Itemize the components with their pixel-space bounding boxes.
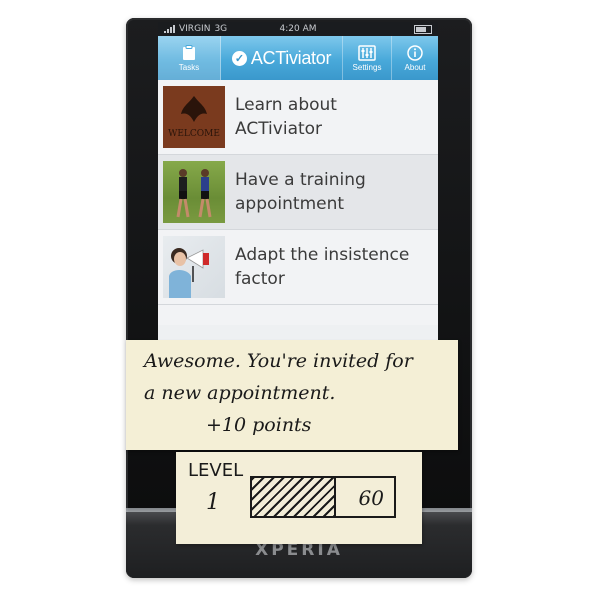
level-progress-max: 60 bbox=[358, 486, 384, 510]
about-button[interactable]: About bbox=[391, 36, 438, 80]
megaphone-image bbox=[163, 236, 225, 298]
signal-icon bbox=[164, 25, 175, 33]
level-progress-bar: 60 bbox=[250, 476, 396, 518]
list-item-label: Adapt the insistence factor bbox=[235, 245, 410, 289]
tasks-button[interactable]: Tasks bbox=[158, 36, 221, 80]
level-label: LEVEL bbox=[188, 460, 244, 481]
level-value: 1 bbox=[206, 490, 220, 515]
tasks-label: Tasks bbox=[178, 62, 200, 72]
checkmark-icon: ✓ bbox=[231, 50, 247, 66]
status-bar: VIRGIN 3G 4:20 AM bbox=[158, 22, 438, 36]
app-screen: VIRGIN 3G 4:20 AM Tasks ✓ ACTiviator Set… bbox=[158, 22, 438, 340]
about-label: About bbox=[404, 62, 426, 72]
welcome-mat-image: WELCOME bbox=[163, 86, 225, 148]
list-item-label: Learn about ACTiviator bbox=[235, 95, 337, 139]
clipboard-icon bbox=[183, 44, 195, 60]
list-item-insistence[interactable]: Adapt the insistence factor bbox=[158, 230, 438, 305]
list-item-training[interactable]: Have a training appointment bbox=[158, 155, 438, 230]
settings-label: Settings bbox=[352, 62, 382, 72]
app-navbar: Tasks ✓ ACTiviator Settings About bbox=[158, 36, 438, 80]
runners-image bbox=[163, 161, 225, 223]
list-item-label: Have a training appointment bbox=[235, 170, 366, 214]
list-empty-space bbox=[158, 305, 438, 325]
level-note: LEVEL 1 60 bbox=[176, 452, 422, 544]
settings-button[interactable]: Settings bbox=[342, 36, 391, 80]
message-line-2: a new appointment. bbox=[144, 382, 336, 404]
info-icon bbox=[407, 44, 423, 61]
status-time: 4:20 AM bbox=[279, 24, 317, 34]
level-progress-fill bbox=[252, 478, 337, 516]
task-list: WELCOME Learn about ACTiviator Have a tr… bbox=[158, 80, 438, 325]
message-line-1: Awesome. You're invited for bbox=[144, 350, 413, 372]
network-type: 3G bbox=[214, 24, 228, 34]
list-item-learn[interactable]: WELCOME Learn about ACTiviator bbox=[158, 80, 438, 155]
carrier-name: VIRGIN bbox=[179, 24, 211, 34]
battery-icon bbox=[414, 24, 432, 34]
app-title: ✓ ACTiviator bbox=[221, 36, 342, 80]
settings-sliders-icon bbox=[358, 44, 376, 61]
points-message-note: Awesome. You're invited for a new appoin… bbox=[126, 340, 458, 450]
message-line-3: +10 points bbox=[206, 414, 312, 436]
svg-text:WELCOME: WELCOME bbox=[168, 129, 220, 139]
app-title-text: ACTiviator bbox=[250, 47, 332, 68]
